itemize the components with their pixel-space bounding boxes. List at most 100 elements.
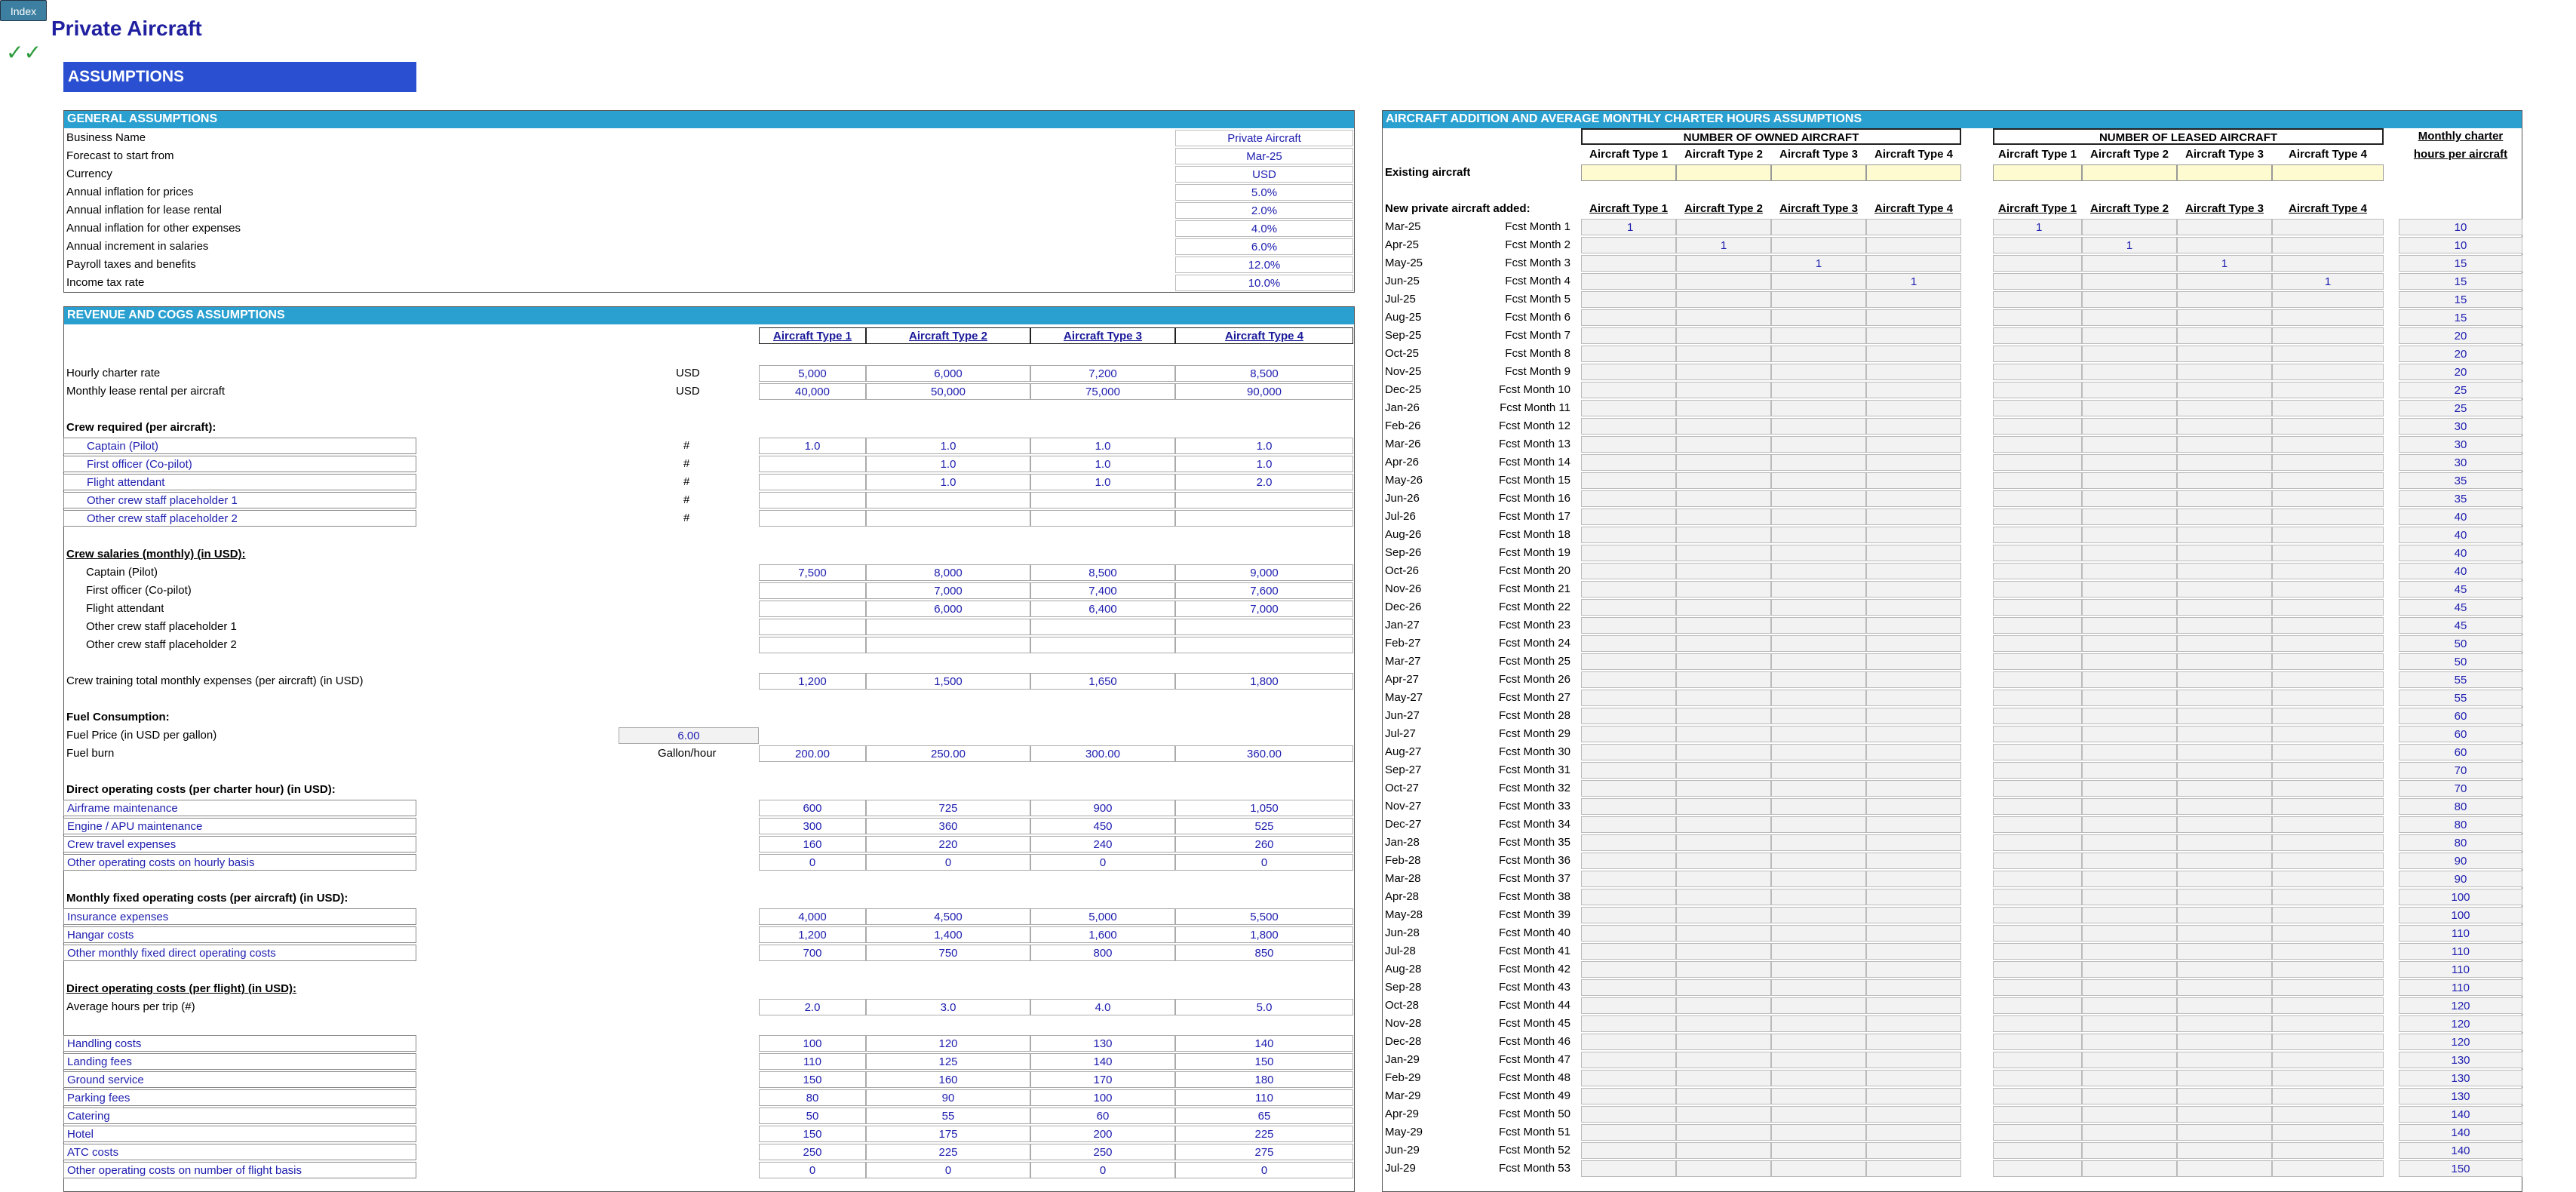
leased-count-cell[interactable] — [2082, 508, 2177, 525]
owned-count-cell[interactable] — [1676, 545, 1771, 561]
leased-count-cell[interactable] — [2272, 1142, 2384, 1159]
charter-hours-cell[interactable]: 80 — [2399, 798, 2522, 815]
owned-count-cell[interactable] — [1581, 364, 1676, 380]
owned-count-cell[interactable] — [1676, 436, 1771, 453]
value-cell[interactable]: 0 — [1030, 1162, 1175, 1178]
owned-count-cell[interactable] — [1581, 581, 1676, 598]
owned-count-cell[interactable] — [1771, 581, 1866, 598]
owned-count-cell[interactable] — [1866, 617, 1961, 634]
leased-count-cell[interactable] — [2272, 327, 2384, 344]
value-cell[interactable]: 0 — [759, 1162, 866, 1178]
leased-count-cell[interactable] — [1993, 581, 2082, 598]
leased-count-cell[interactable] — [2272, 400, 2384, 416]
owned-count-cell[interactable] — [1866, 472, 1961, 489]
value-cell[interactable]: 1.0 — [866, 456, 1030, 472]
owned-count-cell[interactable] — [1581, 563, 1676, 579]
owned-count-cell[interactable] — [1676, 925, 1771, 942]
leased-count-cell[interactable] — [2082, 690, 2177, 706]
owned-count-cell[interactable] — [1771, 671, 1866, 688]
leased-count-cell[interactable] — [2082, 1070, 2177, 1086]
charter-hours-cell[interactable]: 30 — [2399, 436, 2522, 453]
leased-count-cell[interactable] — [2272, 853, 2384, 869]
leased-count-cell[interactable] — [2272, 1015, 2384, 1032]
charter-hours-cell[interactable]: 15 — [2399, 309, 2522, 326]
leased-count-cell[interactable] — [2177, 780, 2272, 797]
owned-count-cell[interactable] — [1866, 708, 1961, 724]
value-cell[interactable]: 8,500 — [1030, 564, 1175, 581]
owned-count-cell[interactable] — [1866, 327, 1961, 344]
leased-count-cell[interactable] — [2177, 563, 2272, 579]
leased-count-cell[interactable] — [1993, 309, 2082, 326]
leased-count-cell[interactable] — [1993, 853, 2082, 869]
owned-count-cell[interactable] — [1866, 382, 1961, 398]
owned-count-cell[interactable] — [1866, 418, 1961, 435]
leased-count-cell[interactable] — [2082, 671, 2177, 688]
leased-count-cell[interactable] — [2082, 1142, 2177, 1159]
value-cell[interactable]: 75,000 — [1030, 383, 1175, 400]
leased-count-cell[interactable] — [2177, 889, 2272, 905]
leased-count-cell[interactable] — [2177, 708, 2272, 724]
owned-count-cell[interactable] — [1866, 907, 1961, 923]
owned-count-cell[interactable] — [1676, 273, 1771, 290]
owned-count-cell[interactable] — [1866, 490, 1961, 507]
charter-hours-cell[interactable]: 140 — [2399, 1124, 2522, 1141]
leased-count-cell[interactable] — [1993, 635, 2082, 652]
owned-count-cell[interactable] — [1676, 1034, 1771, 1050]
existing-owned-cell[interactable] — [1581, 164, 1676, 181]
value-cell[interactable]: 6,000 — [866, 365, 1030, 382]
charter-hours-cell[interactable]: 20 — [2399, 346, 2522, 362]
owned-count-cell[interactable] — [1676, 563, 1771, 579]
owned-count-cell[interactable]: 1 — [1771, 255, 1866, 272]
leased-count-cell[interactable] — [2177, 617, 2272, 634]
existing-owned-cell[interactable] — [1676, 164, 1771, 181]
leased-count-cell[interactable] — [2177, 1088, 2272, 1104]
owned-count-cell[interactable] — [1866, 454, 1961, 471]
value-cell[interactable]: 900 — [1030, 800, 1175, 816]
owned-count-cell[interactable] — [1581, 943, 1676, 960]
value-cell[interactable]: 260 — [1175, 836, 1353, 853]
value-cell[interactable]: 1,800 — [1175, 926, 1353, 943]
leased-count-cell[interactable] — [2177, 527, 2272, 543]
leased-count-cell[interactable] — [2177, 291, 2272, 308]
owned-count-cell[interactable] — [1866, 653, 1961, 670]
owned-count-cell[interactable] — [1771, 527, 1866, 543]
value-cell[interactable]: 90,000 — [1175, 383, 1353, 400]
owned-count-cell[interactable] — [1581, 690, 1676, 706]
value-cell[interactable] — [1175, 510, 1353, 527]
leased-count-cell[interactable] — [1993, 291, 2082, 308]
leased-count-cell[interactable] — [2082, 563, 2177, 579]
owned-count-cell[interactable] — [1866, 309, 1961, 326]
owned-count-cell[interactable] — [1866, 1070, 1961, 1086]
owned-count-cell[interactable] — [1771, 436, 1866, 453]
leased-count-cell[interactable] — [2082, 273, 2177, 290]
leased-count-cell[interactable] — [2177, 816, 2272, 833]
value-cell[interactable]: 7,000 — [866, 582, 1030, 599]
charter-hours-cell[interactable]: 40 — [2399, 545, 2522, 561]
owned-count-cell[interactable] — [1771, 798, 1866, 815]
owned-count-cell[interactable] — [1676, 309, 1771, 326]
value-cell[interactable]: 120 — [866, 1035, 1030, 1052]
owned-count-cell[interactable] — [1866, 1015, 1961, 1032]
value-cell[interactable]: 240 — [1030, 836, 1175, 853]
leased-count-cell[interactable] — [2272, 726, 2384, 742]
value-cell[interactable]: 110 — [1175, 1089, 1353, 1106]
charter-hours-cell[interactable]: 35 — [2399, 490, 2522, 507]
leased-count-cell[interactable] — [1993, 472, 2082, 489]
value-cell[interactable]: 8,500 — [1175, 365, 1353, 382]
leased-count-cell[interactable] — [1993, 1034, 2082, 1050]
value-cell[interactable]: 1.0 — [1030, 456, 1175, 472]
leased-count-cell[interactable] — [2082, 780, 2177, 797]
leased-count-cell[interactable] — [1993, 816, 2082, 833]
owned-count-cell[interactable] — [1866, 816, 1961, 833]
leased-count-cell[interactable] — [2272, 490, 2384, 507]
existing-owned-cell[interactable] — [1866, 164, 1961, 181]
owned-count-cell[interactable] — [1771, 599, 1866, 616]
value-cell[interactable]: 1,200 — [759, 926, 866, 943]
owned-count-cell[interactable] — [1771, 1160, 1866, 1177]
value-cell[interactable] — [1030, 619, 1175, 635]
value-cell[interactable]: 850 — [1175, 945, 1353, 961]
charter-hours-cell[interactable]: 15 — [2399, 291, 2522, 308]
general-value[interactable]: 4.0% — [1175, 220, 1353, 237]
charter-hours-cell[interactable]: 45 — [2399, 599, 2522, 616]
leased-count-cell[interactable] — [2082, 798, 2177, 815]
